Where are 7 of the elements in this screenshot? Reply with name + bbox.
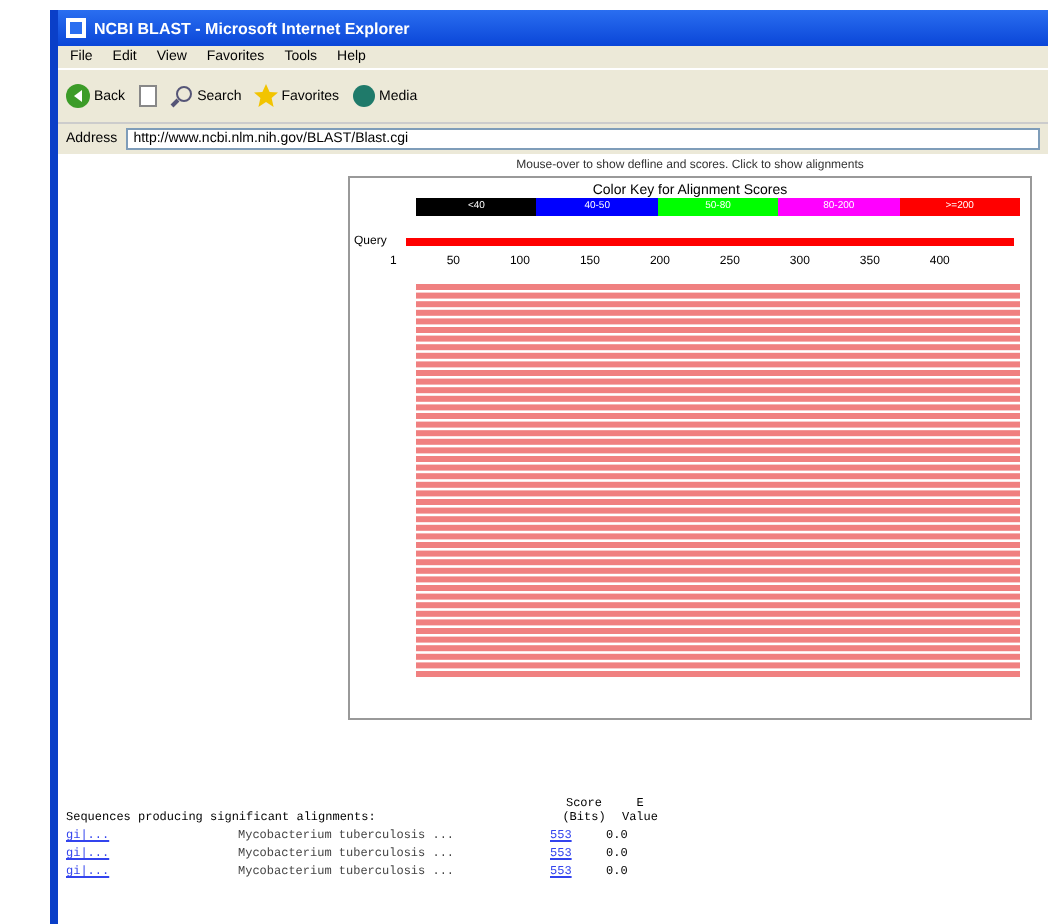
app-icon xyxy=(66,18,86,38)
star-icon xyxy=(253,84,278,108)
toolbar-button[interactable] xyxy=(137,84,158,108)
window-title: NCBI BLAST - Microsoft Internet Explorer xyxy=(94,19,410,37)
search-icon xyxy=(169,84,194,108)
globe-icon xyxy=(351,84,376,108)
page-icon xyxy=(137,84,158,108)
